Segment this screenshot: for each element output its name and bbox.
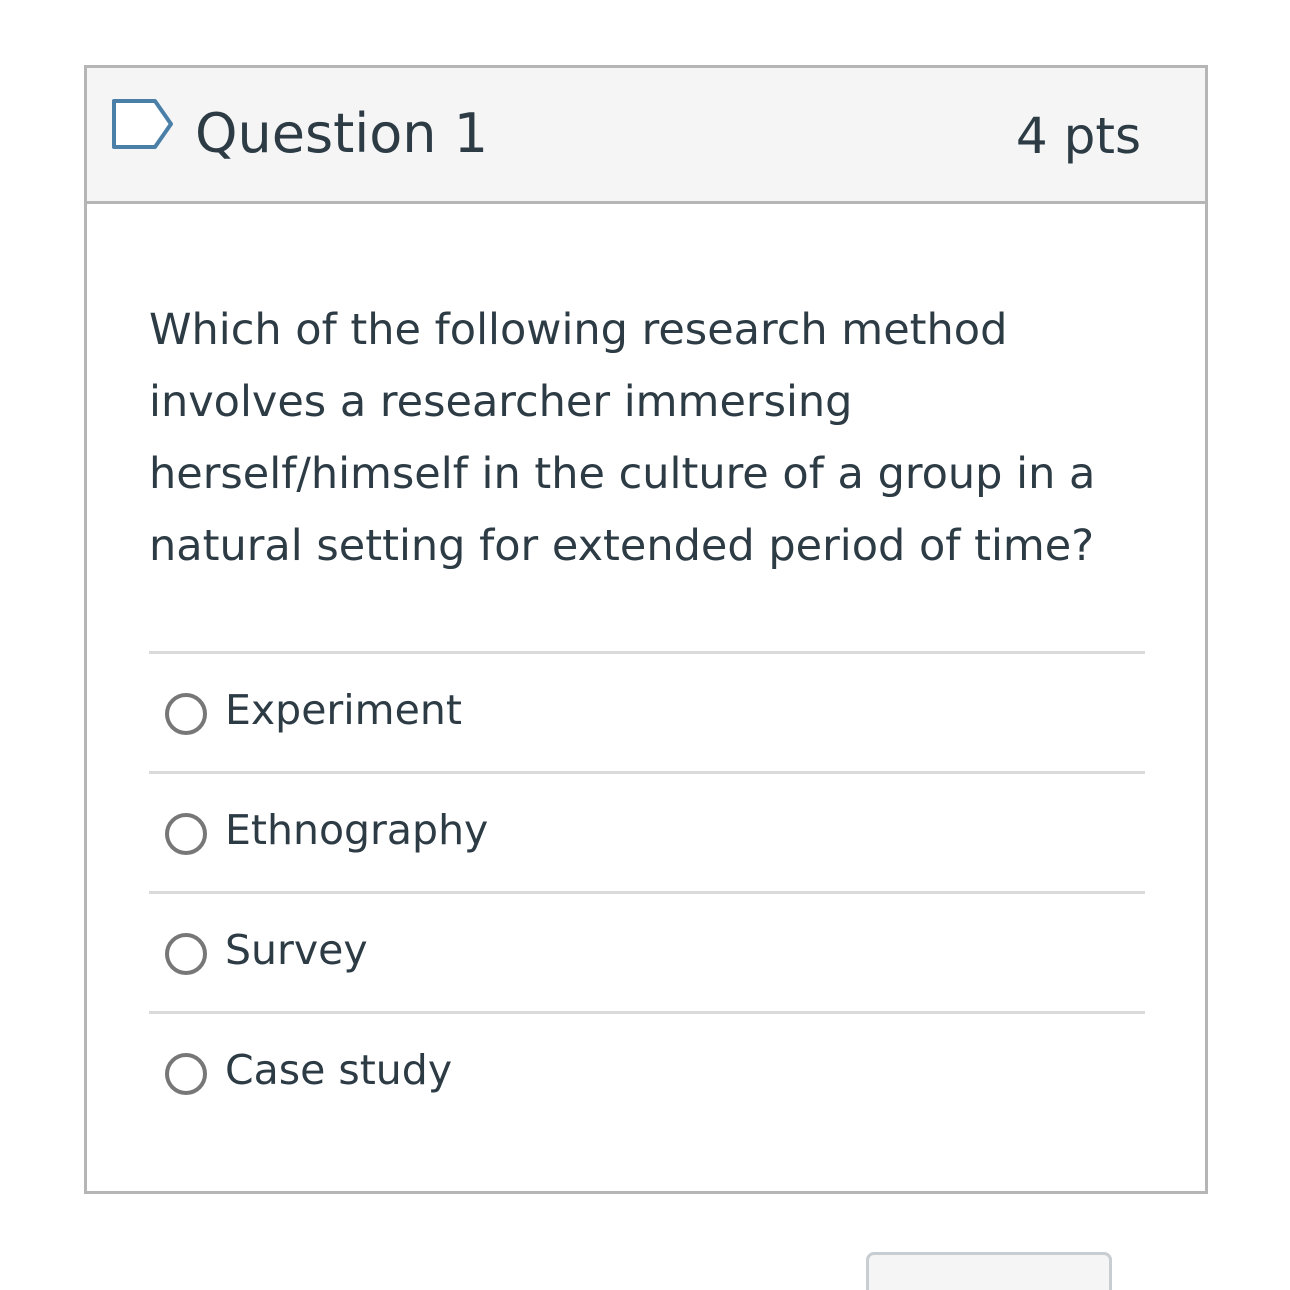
next-button[interactable] xyxy=(866,1252,1112,1290)
answer-option-ethnography[interactable]: Ethnography xyxy=(149,774,1145,894)
answer-option-experiment[interactable]: Experiment xyxy=(149,654,1145,774)
answer-option-case-study[interactable]: Case study xyxy=(149,1014,1145,1131)
question-text: Which of the following research method i… xyxy=(149,305,1096,571)
answer-label: Case study xyxy=(225,1046,453,1094)
answer-label: Experiment xyxy=(225,686,462,734)
quiz-page: Question 1 4 pts Which of the following … xyxy=(0,0,1290,1290)
question-title: Question 1 xyxy=(195,102,489,165)
answer-option-survey[interactable]: Survey xyxy=(149,894,1145,1014)
question-points: 4 pts xyxy=(1015,107,1141,165)
radio-button[interactable] xyxy=(165,693,207,735)
question-header: Question 1 4 pts xyxy=(87,68,1205,204)
flag-outline-icon[interactable] xyxy=(111,98,175,150)
answer-label: Survey xyxy=(225,926,368,974)
answer-list: Experiment Ethnography Survey Case study xyxy=(149,651,1145,1131)
radio-button[interactable] xyxy=(165,1053,207,1095)
answer-label: Ethnography xyxy=(225,806,489,854)
question-card: Question 1 4 pts Which of the following … xyxy=(84,65,1208,1194)
radio-button[interactable] xyxy=(165,933,207,975)
radio-button[interactable] xyxy=(165,813,207,855)
